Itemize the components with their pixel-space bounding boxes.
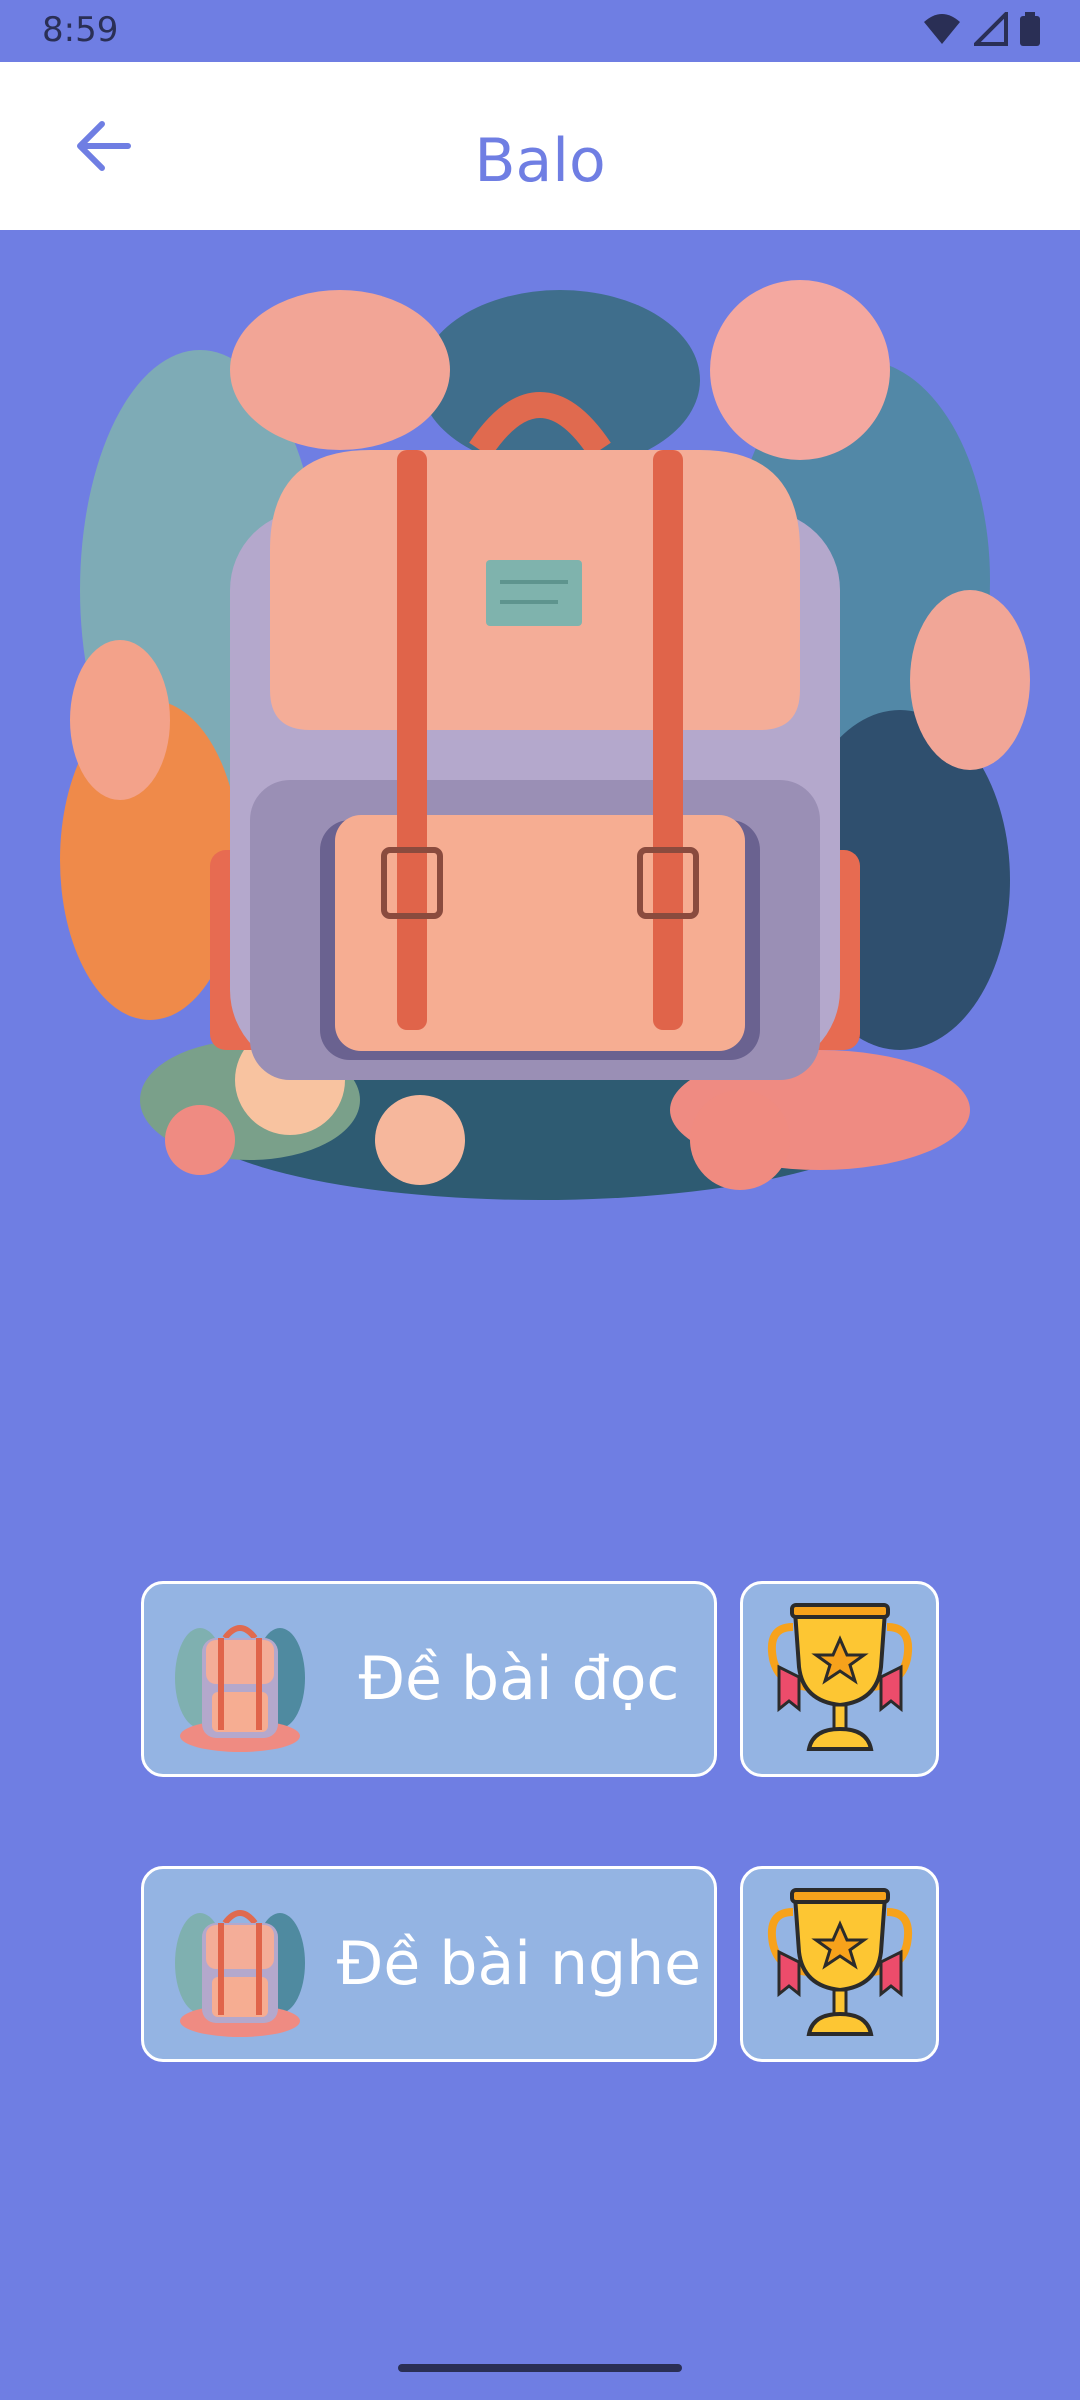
app-bar: Balo — [0, 62, 1080, 230]
listening-exercise-button[interactable]: Đề bài nghe — [141, 1866, 717, 2062]
status-icons — [922, 9, 1040, 50]
listening-exercise-label: Đề bài nghe — [336, 1929, 702, 1999]
wifi-icon — [922, 12, 962, 50]
status-bar: 8:59 — [0, 0, 1080, 62]
page-title: Balo — [474, 126, 606, 196]
signal-icon — [971, 9, 1008, 50]
reading-exercise-label: Đề bài đọc — [358, 1644, 680, 1714]
reading-trophy-button[interactable] — [740, 1581, 939, 1777]
battery-icon — [1020, 12, 1040, 50]
reading-exercise-button[interactable]: Đề bài đọc — [141, 1581, 717, 1777]
trophy-icon — [765, 1882, 915, 2046]
status-time: 8:59 — [42, 10, 119, 50]
backpack-thumbnail — [170, 1893, 310, 2039]
listening-trophy-button[interactable] — [740, 1866, 939, 2062]
backpack-thumbnail — [170, 1608, 310, 1754]
backpack-illustration — [40, 260, 1040, 1260]
option-row-listening: Đề bài nghe — [141, 1866, 939, 2066]
trophy-icon — [765, 1597, 915, 1761]
option-row-reading: Đề bài đọc — [141, 1581, 939, 1781]
home-indicator[interactable] — [398, 2364, 682, 2372]
